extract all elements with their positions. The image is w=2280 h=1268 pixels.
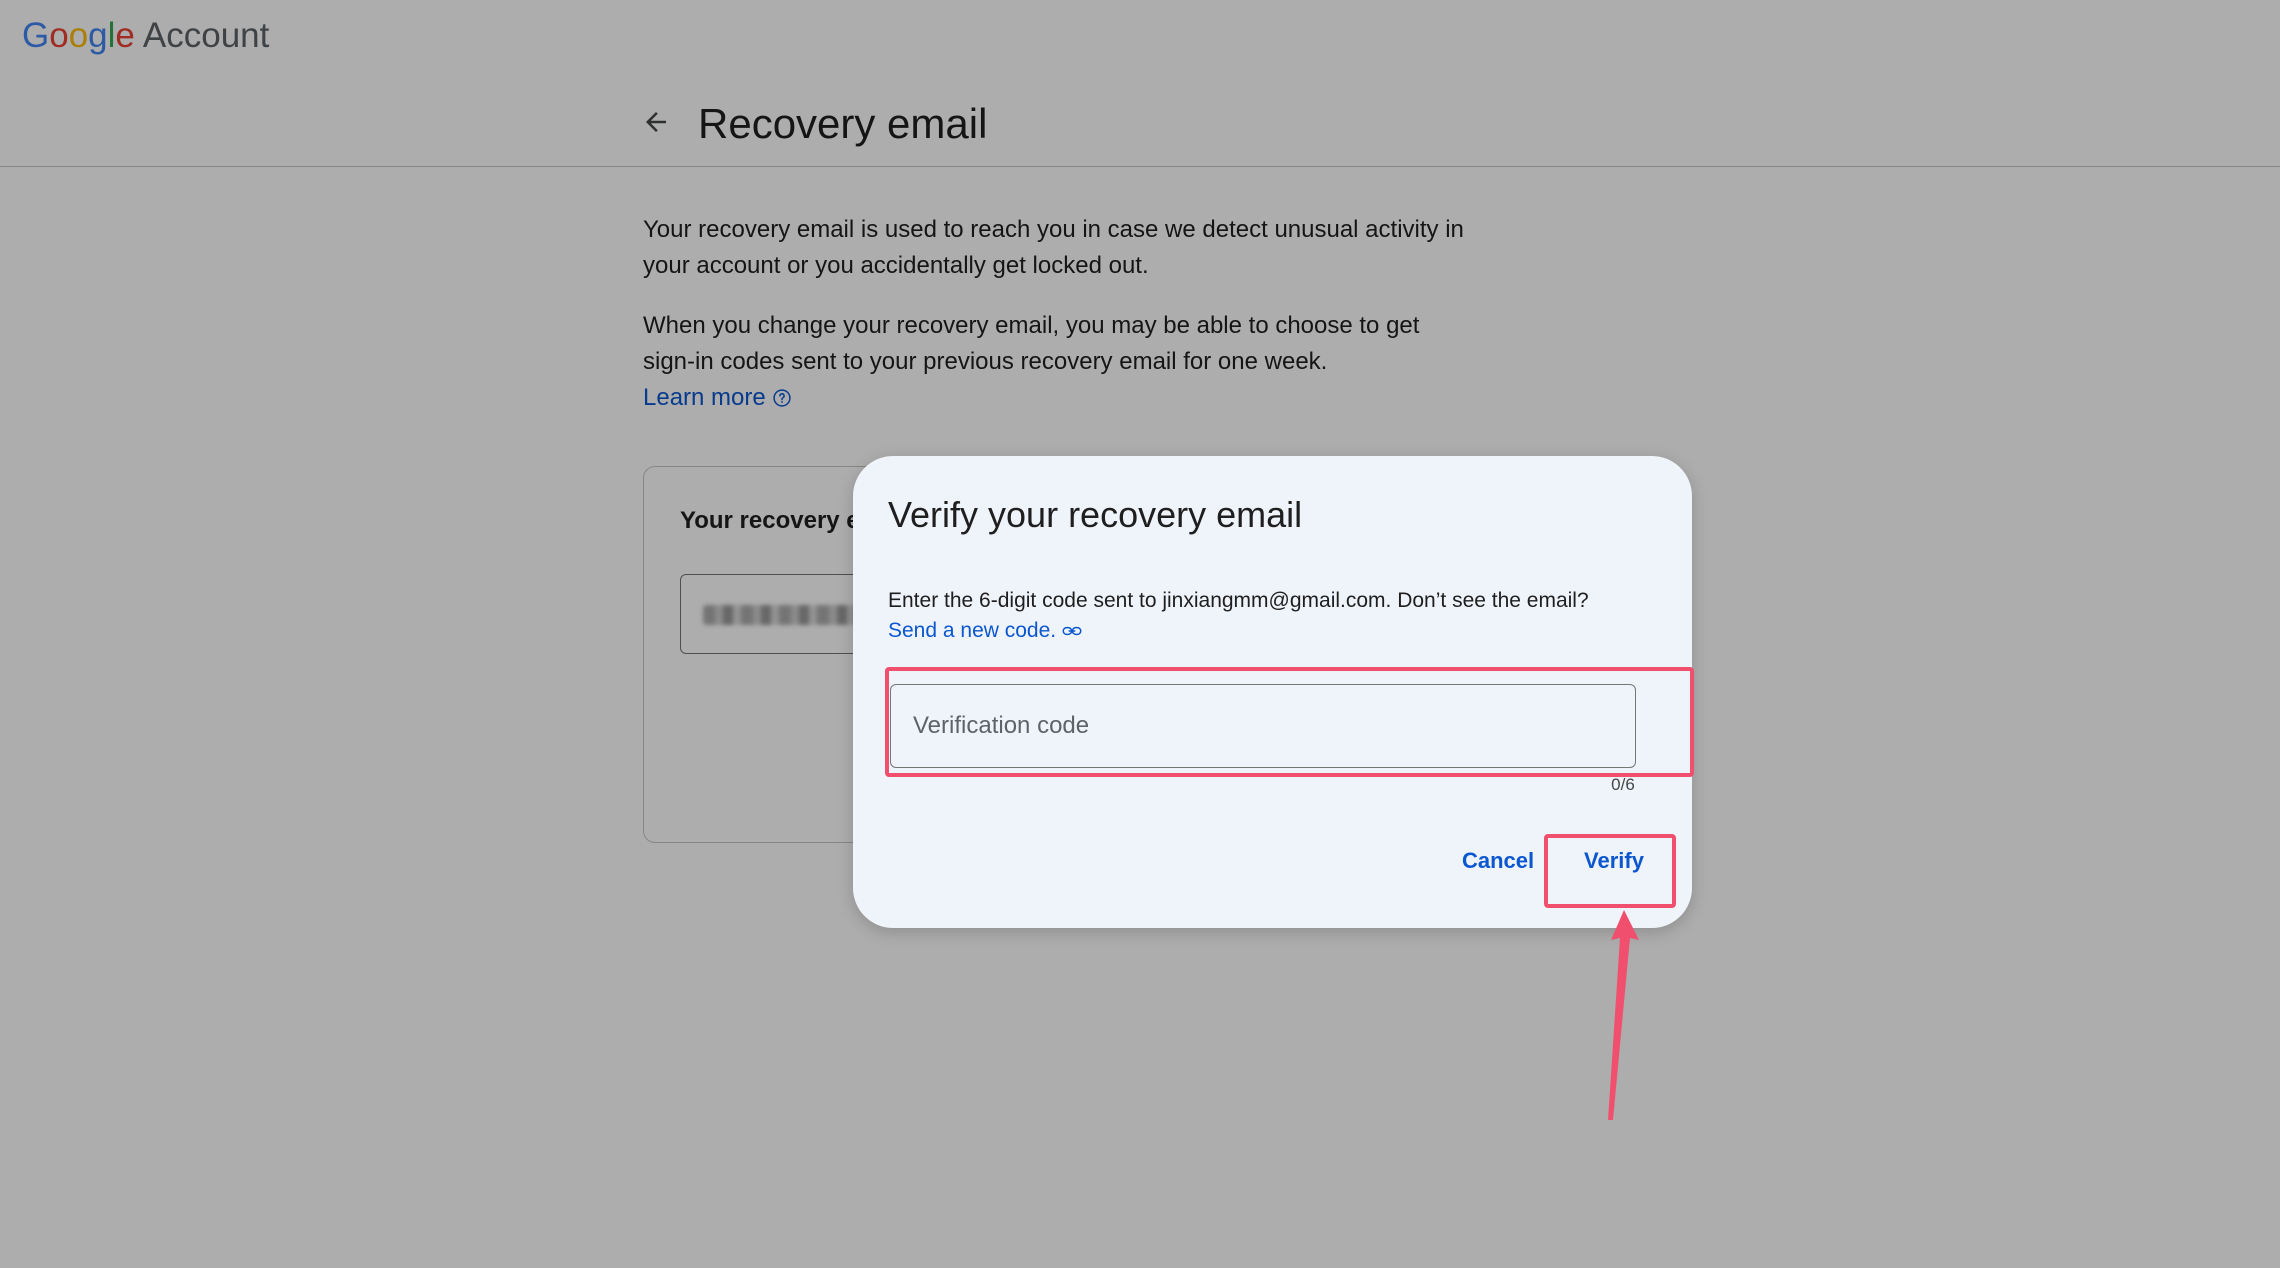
verification-code-field[interactable] <box>890 684 1636 768</box>
verify-button[interactable]: Verify <box>1568 836 1660 886</box>
send-link-label: Send a new code. <box>888 619 1057 642</box>
verify-dialog: Verify your recovery email Enter the 6-d… <box>853 456 1692 928</box>
link-icon <box>1062 626 1082 636</box>
send-new-code-link[interactable]: Send a new code. <box>888 616 1082 646</box>
verification-code-input[interactable] <box>891 685 1635 767</box>
dialog-title: Verify your recovery email <box>888 494 1303 535</box>
dialog-instruction: Enter the 6-digit code sent to jinxiangm… <box>888 586 1668 646</box>
character-counter: 0/6 <box>1611 775 1635 794</box>
cancel-button[interactable]: Cancel <box>1446 836 1550 886</box>
instruction-text: Enter the 6-digit code sent to jinxiangm… <box>888 589 1589 612</box>
page: Google Account Recovery email Your recove… <box>0 0 2280 1268</box>
